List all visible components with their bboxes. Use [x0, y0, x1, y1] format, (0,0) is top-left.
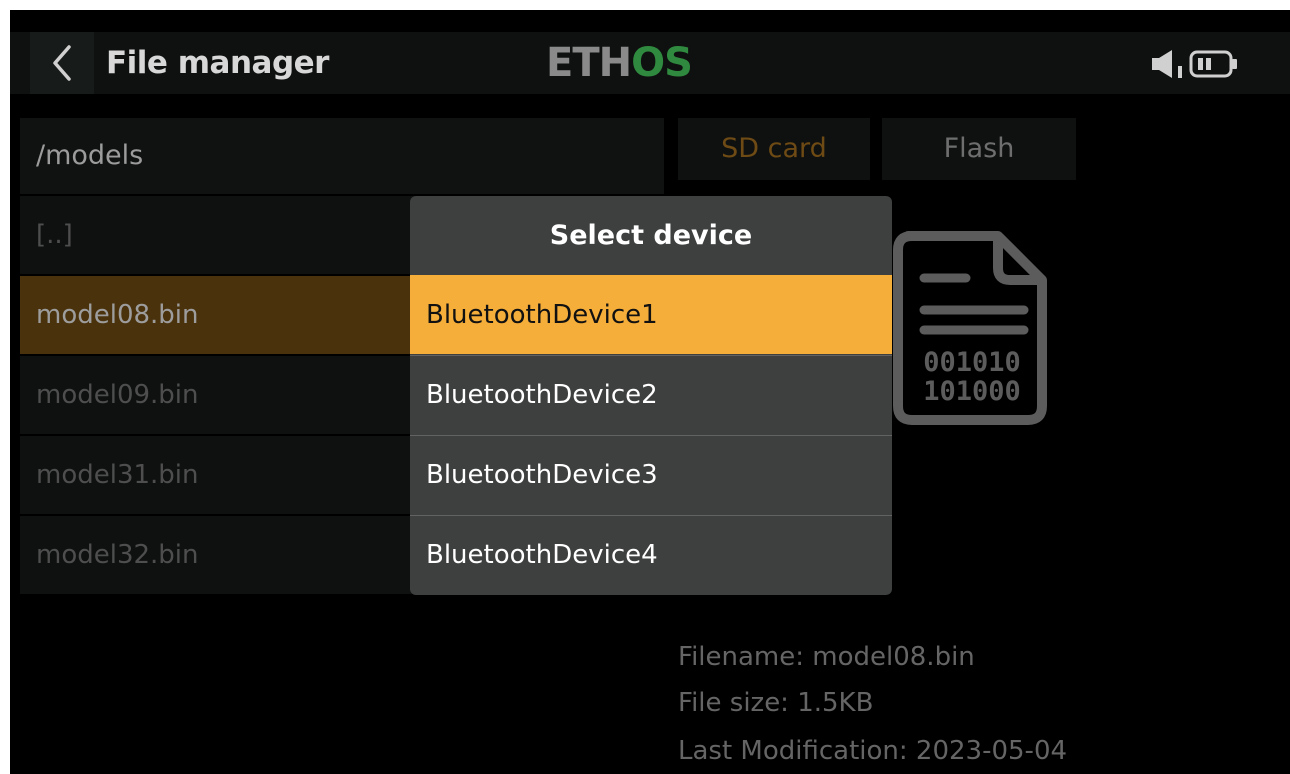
file-size-info: File size: 1.5KB	[678, 688, 874, 718]
file-row-label: model31.bin	[36, 460, 199, 490]
screen: File manager ETHOS /models [..] model08.…	[10, 10, 1290, 774]
file-row-label: model09.bin	[36, 380, 199, 410]
file-row-label: model32.bin	[36, 540, 199, 570]
file-row-label: [..]	[36, 220, 73, 250]
device-option-label: BluetoothDevice3	[426, 460, 658, 490]
device-option-4[interactable]: BluetoothDevice4	[410, 515, 892, 594]
header-bar: File manager ETHOS	[10, 32, 1290, 94]
last-modification-info: Last Modification: 2023-05-04	[678, 736, 1068, 766]
logo-text-eth: ETH	[546, 40, 632, 86]
device-option-label: BluetoothDevice2	[426, 380, 658, 410]
tab-sd-card[interactable]: SD card	[678, 118, 870, 180]
current-path: /models	[20, 118, 664, 194]
logo-text-os: OS	[631, 40, 693, 86]
device-option-label: BluetoothDevice1	[426, 300, 658, 330]
tab-flash[interactable]: Flash	[882, 118, 1076, 180]
icon-binary-line2: 101000	[923, 376, 1021, 407]
device-option-3[interactable]: BluetoothDevice3	[410, 435, 892, 514]
battery-icon	[1189, 50, 1237, 78]
device-option-1[interactable]: BluetoothDevice1	[410, 275, 892, 354]
ethos-logo: ETHOS	[546, 40, 693, 86]
filename-info: Filename: model08.bin	[678, 642, 975, 672]
device-option-label: BluetoothDevice4	[426, 540, 658, 570]
binary-file-icon: 001010 101000	[893, 231, 1047, 425]
device-option-2[interactable]: BluetoothDevice2	[410, 355, 892, 434]
icon-binary-line1: 001010	[923, 347, 1021, 378]
path-label: /models	[36, 140, 144, 171]
select-device-dialog: Select device BluetoothDevice1 Bluetooth…	[410, 196, 892, 595]
back-button[interactable]	[30, 32, 94, 94]
file-row-label: model08.bin	[36, 300, 199, 330]
page-title: File manager	[106, 45, 329, 81]
speaker-icon	[1152, 50, 1182, 78]
chevron-left-icon	[53, 45, 71, 81]
dialog-title: Select device	[549, 220, 753, 251]
